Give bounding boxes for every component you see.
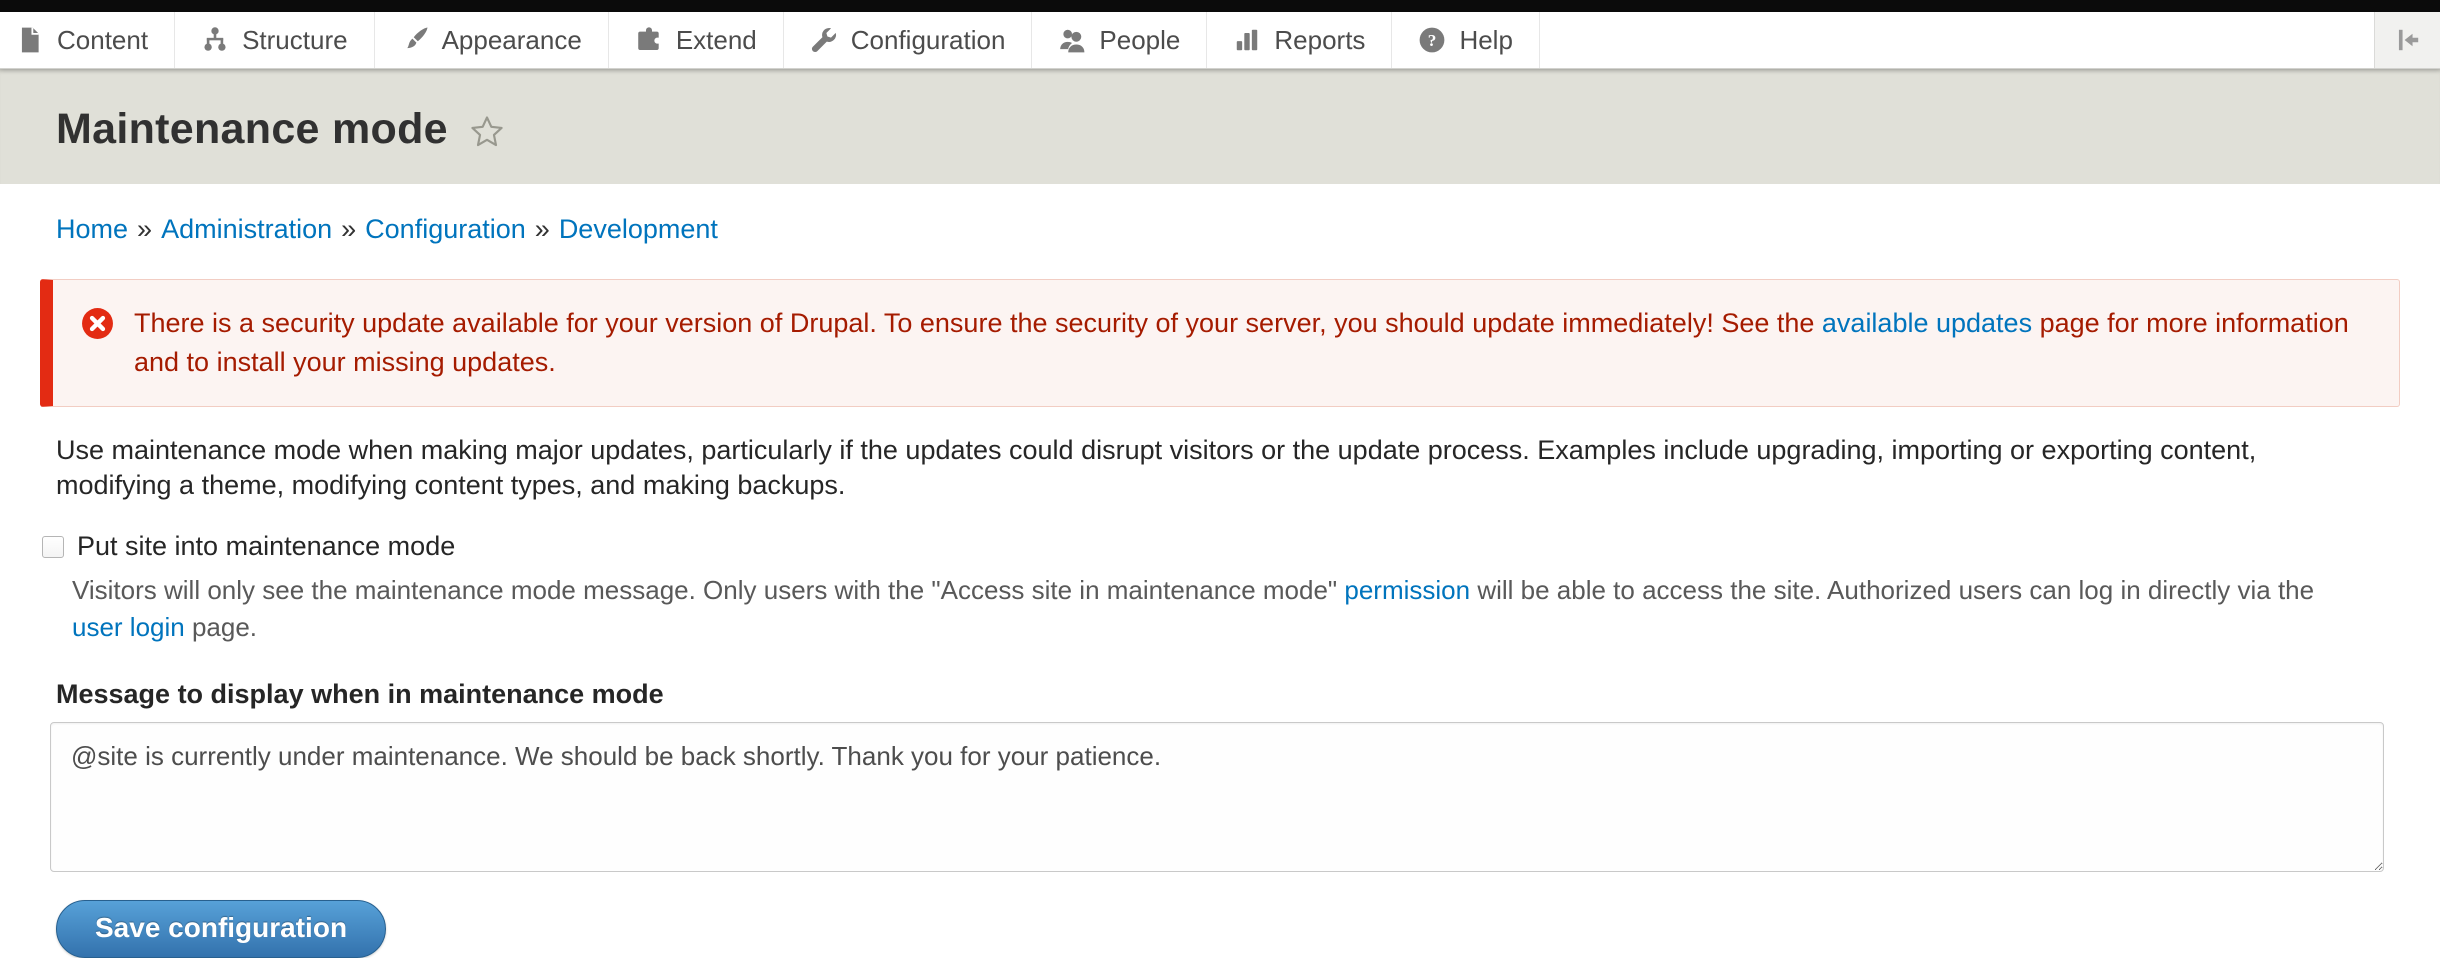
svg-text:?: ? (1428, 31, 1437, 50)
breadcrumb-configuration-link[interactable]: Configuration (365, 214, 526, 244)
maintenance-mode-checkbox[interactable] (42, 536, 64, 558)
toolbar-item-label: Help (1459, 25, 1512, 56)
toolbar-item-label: Structure (242, 25, 348, 56)
toolbar-item-content[interactable]: Content (0, 12, 175, 68)
permission-link[interactable]: permission (1344, 575, 1470, 605)
maintenance-mode-form-item: Put site into maintenance mode (42, 531, 2400, 562)
error-text-before: There is a security update available for… (134, 308, 1822, 338)
page-header: Maintenance mode (0, 69, 2440, 184)
star-icon[interactable] (468, 108, 506, 151)
wrench-icon (810, 26, 838, 54)
toolbar-item-label: Appearance (442, 25, 582, 56)
paintbrush-icon (401, 26, 429, 54)
toolbar-item-appearance[interactable]: Appearance (375, 12, 609, 68)
description-text-3: page. (185, 612, 257, 642)
toolbar-item-label: People (1099, 25, 1180, 56)
toolbar-item-extend[interactable]: Extend (609, 12, 784, 68)
breadcrumb-home-link[interactable]: Home (56, 214, 128, 244)
window-top-strip (0, 0, 2440, 12)
error-icon (81, 304, 114, 340)
message-field-label: Message to display when in maintenance m… (56, 679, 2400, 710)
save-configuration-button[interactable]: Save configuration (56, 900, 386, 958)
toolbar-item-label: Content (57, 25, 148, 56)
main-content: Home » Administration » Configuration » Develo… (0, 214, 2440, 958)
toolbar-item-label: Reports (1274, 25, 1365, 56)
drupal-admin-screen: Content Structure Appearance Extend Conf (0, 0, 2440, 958)
toolbar-collapse-toggle[interactable] (2374, 12, 2440, 68)
breadcrumb-separator: » (137, 214, 152, 244)
error-message-text: There is a security update available for… (134, 304, 2369, 382)
available-updates-link[interactable]: available updates (1822, 308, 2032, 338)
description-text-1: Visitors will only see the maintenance m… (72, 575, 1344, 605)
collapse-left-icon (2391, 23, 2425, 57)
error-message-box: There is a security update available for… (40, 279, 2400, 407)
page-title: Maintenance mode (56, 105, 448, 154)
admin-toolbar: Content Structure Appearance Extend Conf (0, 12, 2440, 69)
intro-text: Use maintenance mode when making major u… (56, 433, 2370, 503)
user-login-link[interactable]: user login (72, 612, 185, 642)
breadcrumb-separator: » (341, 214, 356, 244)
bar-chart-icon (1233, 26, 1261, 54)
toolbar-item-reports[interactable]: Reports (1207, 12, 1392, 68)
form-actions: Save configuration (40, 872, 2400, 958)
breadcrumb-development-link[interactable]: Development (559, 214, 718, 244)
toolbar-item-help[interactable]: ? Help (1392, 12, 1539, 68)
maintenance-mode-description: Visitors will only see the maintenance m… (72, 572, 2370, 645)
maintenance-message-textarea[interactable]: @site is currently under maintenance. We… (50, 722, 2384, 872)
breadcrumb: Home » Administration » Configuration » Develo… (56, 214, 2400, 245)
description-text-2: will be able to access the site. Authori… (1470, 575, 2314, 605)
breadcrumb-administration-link[interactable]: Administration (161, 214, 332, 244)
help-icon: ? (1418, 26, 1446, 54)
toolbar-item-people[interactable]: People (1032, 12, 1207, 68)
file-icon (16, 26, 44, 54)
toolbar-item-structure[interactable]: Structure (175, 12, 375, 68)
maintenance-mode-checkbox-label[interactable]: Put site into maintenance mode (77, 531, 455, 562)
toolbar-item-label: Configuration (851, 25, 1006, 56)
people-icon (1058, 26, 1086, 54)
sitemap-icon (201, 26, 229, 54)
toolbar-item-label: Extend (676, 25, 757, 56)
breadcrumb-separator: » (535, 214, 550, 244)
puzzle-icon (635, 26, 663, 54)
toolbar-item-configuration[interactable]: Configuration (784, 12, 1033, 68)
